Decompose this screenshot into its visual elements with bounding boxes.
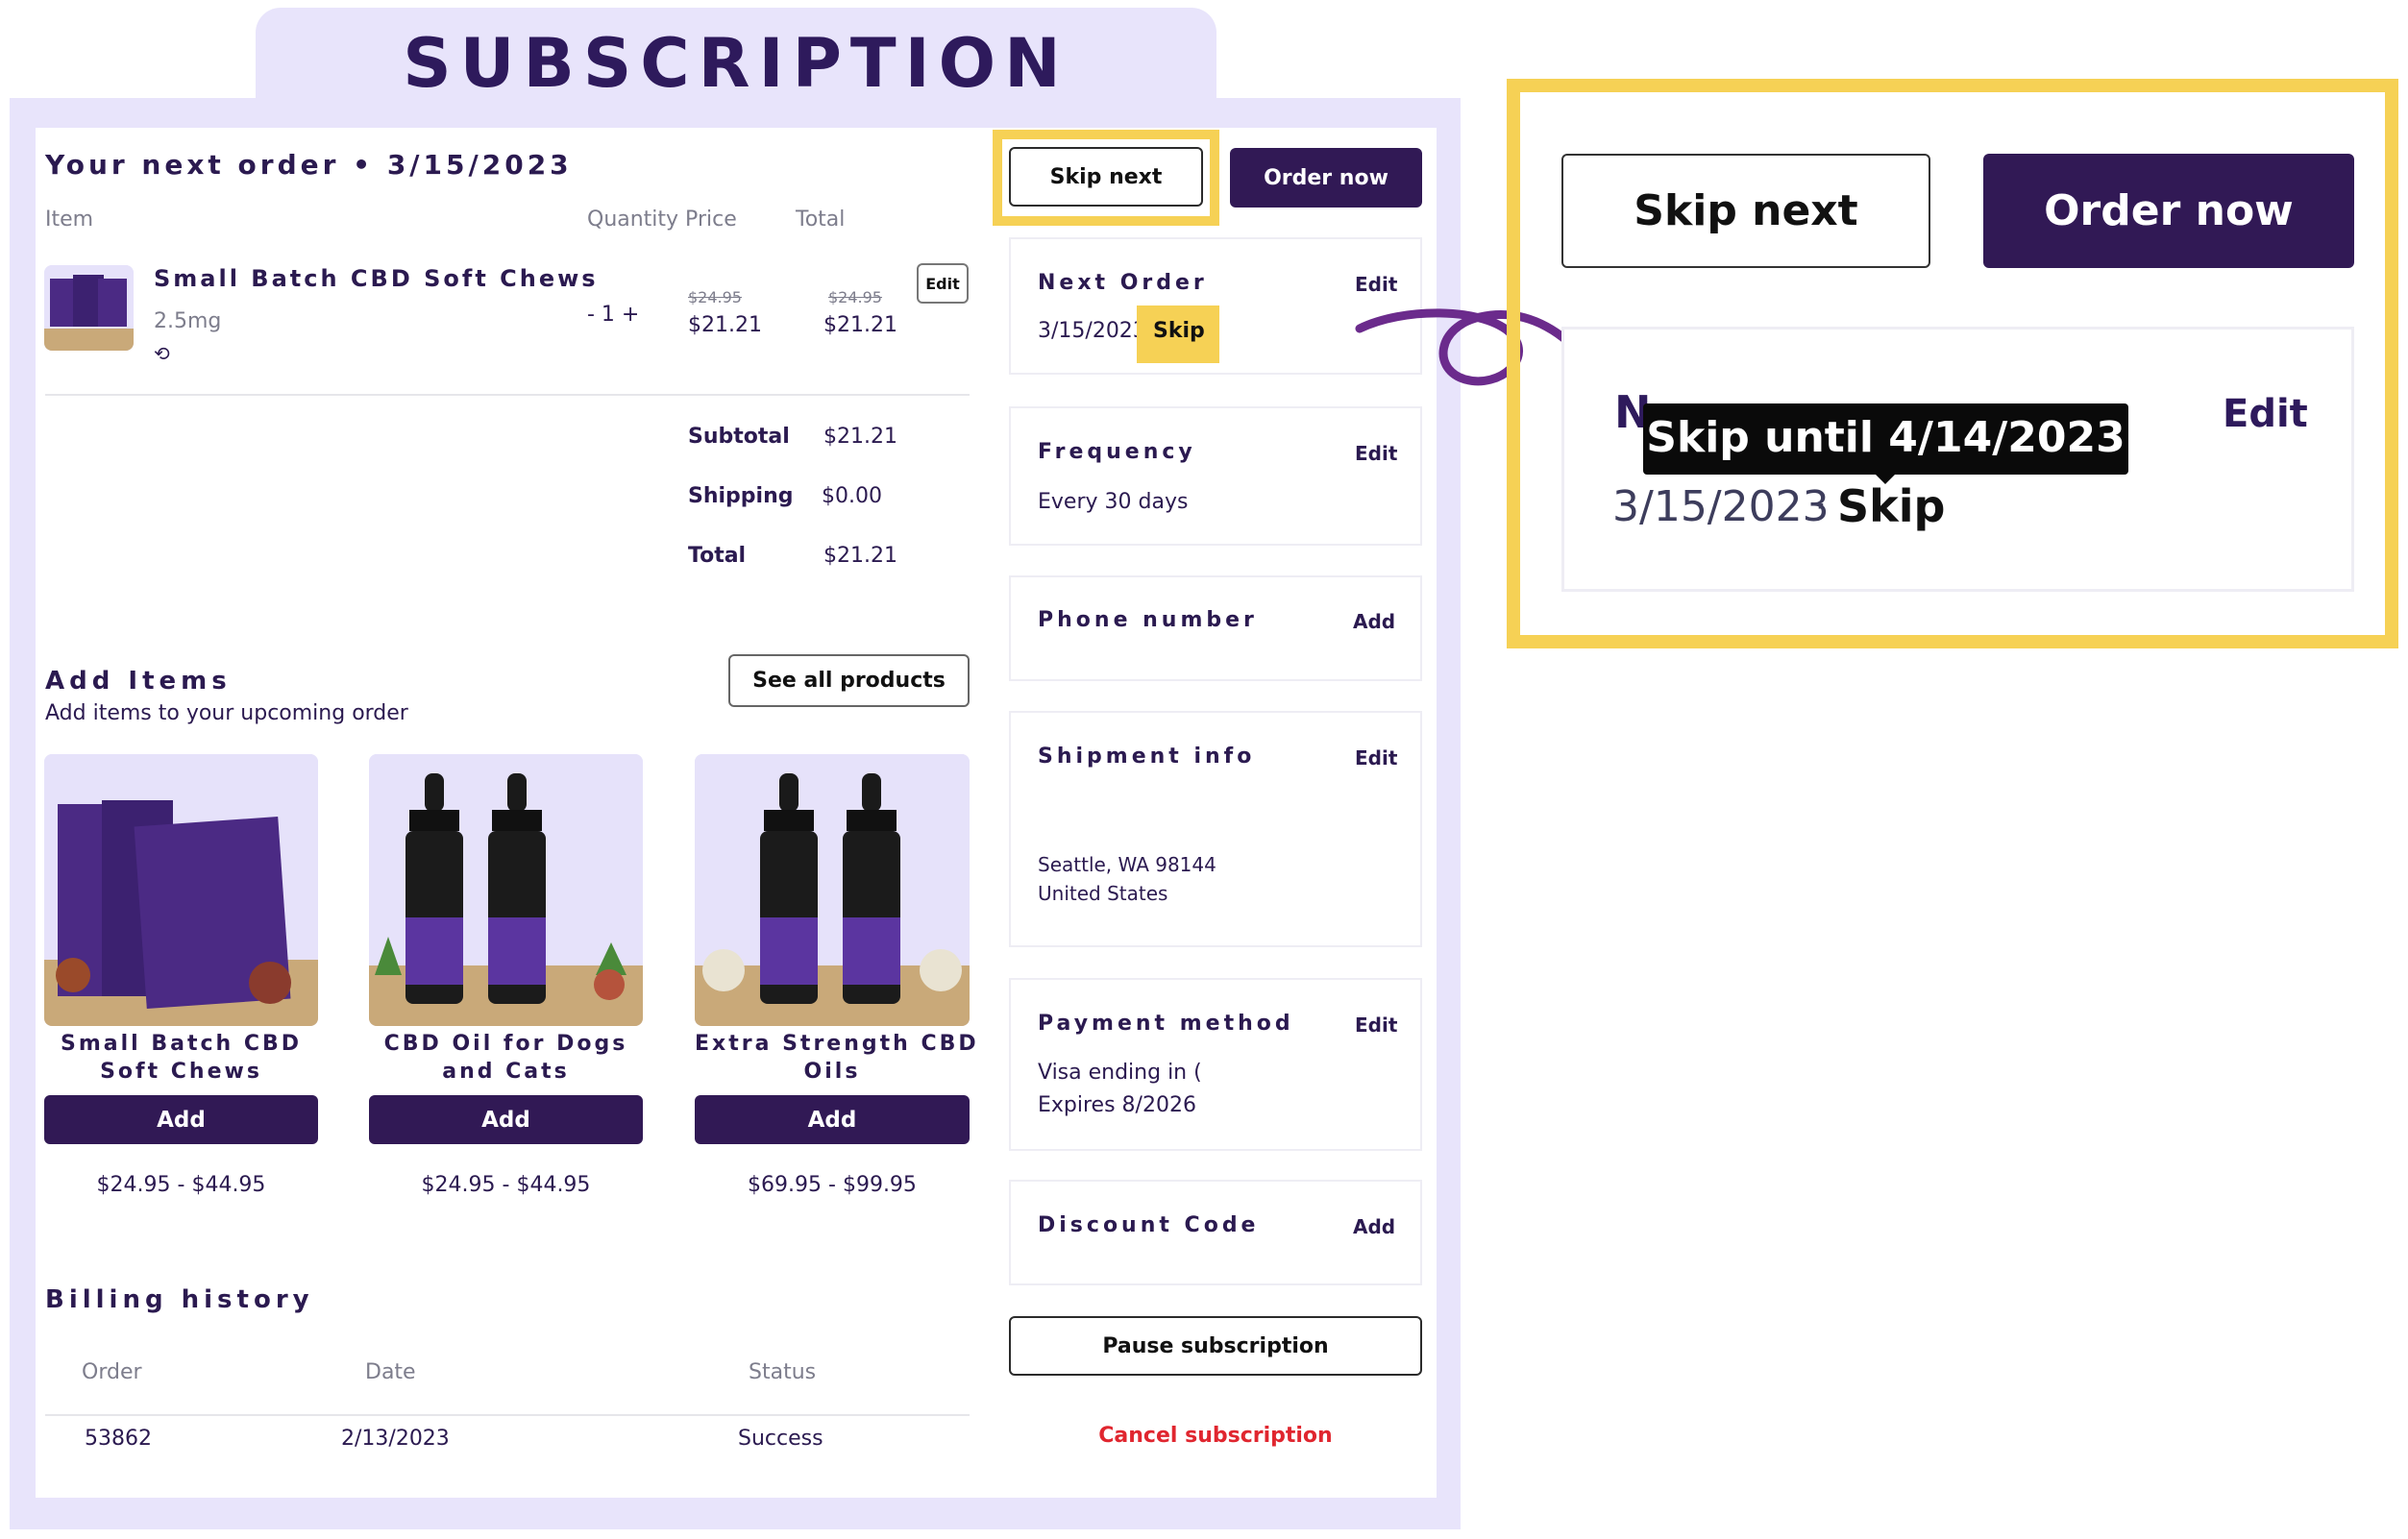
shipment-address-line2: United States [1038,882,1168,905]
item-price: $21.21 [688,313,762,337]
frequency-title: Frequency [1038,440,1196,464]
item-thumbnail[interactable] [44,265,134,351]
product-image-oil-dogs-cats[interactable] [369,754,643,1026]
zoom-edit-link[interactable]: Edit [2223,392,2308,436]
payment-card-ending: Visa ending in ( [1038,1061,1202,1085]
discount-add-link[interactable]: Add [1353,1215,1395,1238]
product-price-1: $24.95 - $44.95 [96,1173,266,1197]
shipment-title: Shipment info [1038,745,1256,769]
skip-link[interactable]: Skip [1153,319,1205,343]
zoom-separator: · [1814,482,1828,531]
product-price-3: $69.95 - $99.95 [748,1173,917,1197]
product-name-3-line2: Oils [803,1060,861,1084]
frequency-value: Every 30 days [1038,490,1189,514]
next-order-title: Next Order [1038,271,1208,295]
item-divider [45,394,970,396]
item-total: $21.21 [823,313,897,337]
product-name-1-line2: Soft Chews [100,1060,262,1084]
product-price-2: $24.95 - $44.95 [421,1173,591,1197]
item-total-original: $24.95 [828,288,882,306]
add-items-subtitle: Add items to your upcoming order [45,701,408,725]
phone-add-link[interactable]: Add [1353,610,1395,633]
skip-next-button[interactable]: Skip next [1009,147,1203,207]
billing-divider [45,1414,970,1416]
zoom-skip-next-button[interactable]: Skip next [1561,154,1930,268]
billing-row-status: Success [738,1427,823,1451]
phone-title: Phone number [1038,608,1258,632]
quantity-stepper[interactable]: - 1 + [587,303,639,327]
col-total: Total [796,208,846,232]
product-image-extra-strength[interactable] [695,754,970,1026]
add-items-heading: Add Items [45,667,232,696]
item-price-original: $24.95 [688,288,742,306]
col-qty-price: Quantity Price [587,208,737,232]
product-name-2-line1: CBD Oil for Dogs [383,1032,628,1056]
billing-col-order: Order [82,1360,142,1384]
next-order-heading: Your next order • 3/15/2023 [45,149,573,181]
product-name-1-line1: Small Batch CBD [60,1032,303,1056]
payment-expiry: Expires 8/2026 [1038,1093,1196,1117]
billing-row-date: 2/13/2023 [341,1427,450,1451]
add-product-button-1[interactable]: Add [44,1095,318,1144]
product-name-3-line1: Extra Strength CBD [695,1032,979,1056]
tooltip-text: Skip until 4/14/2023 [1646,413,2125,462]
subtotal-value: $21.21 [823,425,897,449]
edit-item-button[interactable]: Edit [917,263,969,304]
billing-col-status: Status [749,1360,817,1384]
next-order-date: 3/15/2023 [1038,319,1146,343]
item-name[interactable]: Small Batch CBD Soft Chews [154,265,599,292]
zoom-date: 3/15/2023 [1612,482,1830,531]
billing-history-heading: Billing history [45,1285,314,1314]
discount-title: Discount Code [1038,1213,1260,1237]
subscription-recurring-icon: ⟲ [154,342,170,365]
add-product-button-2[interactable]: Add [369,1095,643,1144]
subtotal-label: Subtotal [688,425,790,449]
shipping-label: Shipping [688,484,794,508]
shipment-address-line1: Seattle, WA 98144 [1038,853,1216,876]
payment-edit-link[interactable]: Edit [1355,1014,1397,1037]
billing-col-date: Date [365,1360,416,1384]
frequency-edit-link[interactable]: Edit [1355,442,1397,465]
payment-title: Payment method [1038,1012,1294,1036]
cancel-subscription-link[interactable]: Cancel subscription [1009,1424,1422,1448]
total-label: Total [688,544,747,568]
product-name-2-line2: and Cats [442,1060,570,1084]
order-now-button[interactable]: Order now [1230,148,1422,208]
billing-row-order: 53862 [85,1427,152,1451]
pause-subscription-button[interactable]: Pause subscription [1009,1316,1422,1376]
zoom-order-now-button[interactable]: Order now [1983,154,2354,268]
product-image-soft-chews[interactable] [44,754,318,1026]
shipment-edit-link[interactable]: Edit [1355,746,1397,770]
add-product-button-3[interactable]: Add [695,1095,970,1144]
total-value: $21.21 [823,544,897,568]
see-all-products-button[interactable]: See all products [728,654,970,707]
shipping-value: $0.00 [822,484,882,508]
item-variant: 2.5mg [154,309,222,333]
zoom-skip-link[interactable]: Skip [1837,480,1945,532]
col-item: Item [45,208,94,232]
